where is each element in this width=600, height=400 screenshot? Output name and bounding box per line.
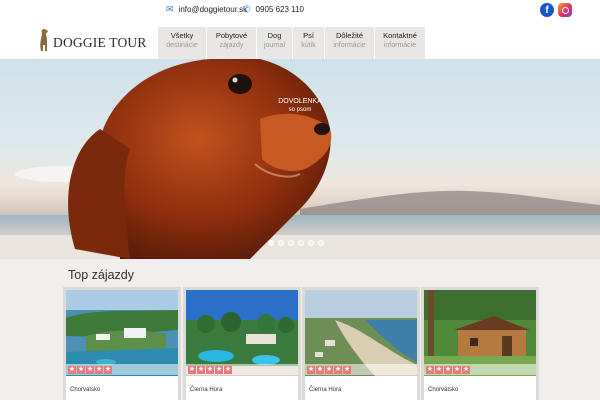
- trip-card[interactable]: ★ ★ ★ ★ ★ Čierna Hora: [186, 290, 298, 400]
- nav-title: Dog: [267, 31, 282, 40]
- site-header: DOGGIE TOUR Všetky destinácie Pobytové z…: [0, 20, 600, 59]
- nav-title: Pobytové: [215, 31, 248, 40]
- slider-dot[interactable]: [318, 240, 324, 246]
- envelope-icon: ✉: [166, 4, 174, 14]
- star-icon: ★: [316, 365, 324, 374]
- nav-subtitle: kútik: [301, 42, 316, 49]
- star-icon: ★: [224, 365, 232, 374]
- star-icon: ★: [197, 365, 205, 374]
- trip-card[interactable]: ★ ★ ★ ★ ★ Chorvátsko: [424, 290, 536, 400]
- hero-image-dog-at-beach: [0, 59, 600, 259]
- nav-subtitle: informácie: [383, 42, 417, 49]
- hero-caption: DOVOLENKA so psom: [270, 97, 330, 115]
- star-icon: ★: [453, 365, 461, 374]
- star-icon: ★: [206, 365, 214, 374]
- star-icon: ★: [307, 365, 315, 374]
- section-title-top-trips: Top zájazdy: [68, 268, 135, 282]
- trip-card[interactable]: ★ ★ ★ ★ ★ Chorvátsko: [66, 290, 178, 400]
- star-icon: ★: [426, 365, 434, 374]
- hero-slider[interactable]: DOVOLENKA so psom: [0, 59, 600, 259]
- star-icon: ★: [334, 365, 342, 374]
- rating-stars: ★ ★ ★ ★ ★: [305, 364, 417, 375]
- trip-country: Chorvátsko: [70, 387, 101, 393]
- nav-subtitle: zájazdy: [219, 42, 244, 49]
- rating-stars: ★ ★ ★ ★ ★: [424, 364, 536, 375]
- nav-title: Psí: [303, 31, 314, 40]
- star-icon: ★: [77, 365, 85, 374]
- slider-dot[interactable]: [288, 240, 294, 246]
- slider-dots: [268, 240, 324, 246]
- star-icon: ★: [343, 365, 351, 374]
- nav-subtitle: informácie: [333, 42, 366, 49]
- nav-subtitle: destinácie: [166, 42, 198, 49]
- star-icon: ★: [95, 365, 103, 374]
- star-icon: ★: [325, 365, 333, 374]
- instagram-icon[interactable]: [558, 3, 572, 17]
- trip-country: Chorvátsko: [428, 387, 459, 393]
- star-icon: ★: [86, 365, 94, 374]
- phone-link[interactable]: ✆ 0905 623 110: [243, 4, 304, 15]
- star-icon: ★: [444, 365, 452, 374]
- star-icon: ★: [462, 365, 470, 374]
- phone-icon: ✆: [243, 4, 251, 14]
- rating-stars: ★ ★ ★ ★ ★: [66, 364, 178, 375]
- email-text: info@doggietour.sk: [178, 5, 248, 14]
- star-icon: ★: [68, 365, 76, 374]
- nav-item-dog-journal[interactable]: Dog journal: [257, 27, 293, 59]
- nav-item-all-destinations[interactable]: Všetky destinácie: [158, 27, 207, 59]
- email-link[interactable]: ✉ info@doggietour.sk: [166, 4, 247, 15]
- nav-item-stay-tours[interactable]: Pobytové zájazdy: [207, 27, 257, 59]
- dog-logo-icon: [40, 29, 48, 51]
- slider-dot[interactable]: [268, 240, 274, 246]
- slider-dot[interactable]: [298, 240, 304, 246]
- trip-country: Čierna Hora: [190, 387, 223, 393]
- star-icon: ★: [104, 365, 112, 374]
- star-icon: ★: [435, 365, 443, 374]
- star-icon: ★: [188, 365, 196, 374]
- slider-dot[interactable]: [278, 240, 284, 246]
- trip-card[interactable]: ★ ★ ★ ★ ★ Čierna Hora: [305, 290, 417, 400]
- nav-item-dog-corner[interactable]: Psí kútik: [293, 27, 325, 59]
- contact-bar: ✉ info@doggietour.sk ✆ 0905 623 110 f: [0, 0, 600, 20]
- slider-dot[interactable]: [308, 240, 314, 246]
- nav-item-contact-info[interactable]: Kontaktné informácie: [375, 27, 425, 59]
- rating-stars: ★ ★ ★ ★ ★: [186, 364, 298, 375]
- trip-country: Čierna Hora: [309, 387, 342, 393]
- facebook-icon[interactable]: f: [540, 3, 554, 17]
- hero-caption-subtitle: so psom: [288, 107, 312, 113]
- nav-item-important-info[interactable]: Dôležité informácie: [325, 27, 375, 59]
- nav-subtitle: journal: [263, 42, 285, 49]
- star-icon: ★: [215, 365, 223, 374]
- main-nav: Všetky destinácie Pobytové zájazdy Dog j…: [158, 27, 425, 59]
- nav-title: Všetky: [170, 31, 194, 40]
- nav-title: Kontaktné: [383, 31, 417, 40]
- phone-text: 0905 623 110: [255, 5, 304, 14]
- nav-title: Dôležité: [335, 31, 364, 40]
- logo-text: DOGGIE TOUR: [53, 35, 147, 50]
- hero-caption-title: DOVOLENKA: [278, 98, 322, 105]
- logo[interactable]: DOGGIE TOUR: [38, 27, 147, 53]
